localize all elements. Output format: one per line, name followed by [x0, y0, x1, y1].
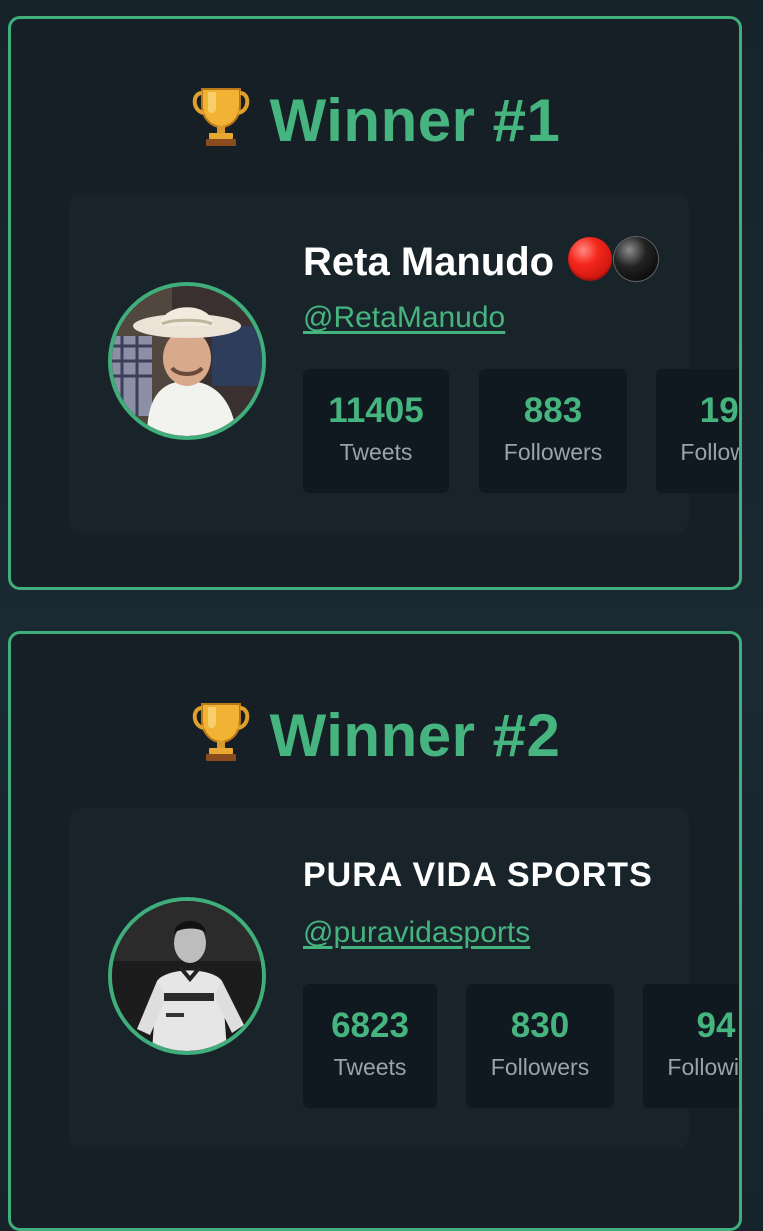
stat-value: 94 [696, 1006, 736, 1045]
stat-value: 11405 [328, 391, 424, 430]
winner-title: Winner #2 [11, 696, 739, 774]
trophy-icon [190, 81, 252, 147]
stat-followers: 883 Followers [479, 369, 627, 493]
profile-name: Reta Manudo [303, 237, 659, 285]
stat-following: 94 Following [643, 984, 739, 1108]
profile-handle-link[interactable]: @puravidasports [303, 916, 530, 950]
profile-name: PURA VIDA SPORTS [303, 856, 653, 894]
stat-value: 198 [699, 391, 739, 430]
stat-following: 198 Following [656, 369, 739, 493]
stat-followers: 830 Followers [466, 984, 614, 1108]
winner-card-1: Winner #1 Reta Manudo @RetaManudo 11405 … [8, 16, 742, 590]
red-circle-icon [568, 237, 613, 281]
trophy-icon [190, 696, 252, 762]
avatar[interactable] [108, 282, 266, 440]
stat-label: Following [667, 1054, 739, 1080]
winner-card-2: Winner #2 PURA VIDA SPORTS @puravidaspor… [8, 631, 742, 1231]
stat-tweets: 11405 Tweets [303, 369, 449, 493]
stat-value: 830 [510, 1006, 570, 1045]
winner-title: Winner #1 [11, 81, 739, 159]
stat-label: Tweets [339, 439, 413, 465]
stat-label: Following [680, 439, 739, 465]
stat-value: 6823 [331, 1006, 409, 1045]
avatar[interactable] [108, 897, 266, 1055]
stat-tweets: 6823 Tweets [303, 984, 437, 1108]
stat-value: 883 [523, 391, 583, 430]
stat-label: Followers [503, 439, 603, 465]
profile-handle-link[interactable]: @RetaManudo [303, 301, 505, 335]
stat-label: Followers [490, 1054, 590, 1080]
stat-label: Tweets [333, 1054, 407, 1080]
black-circle-icon [614, 237, 659, 281]
